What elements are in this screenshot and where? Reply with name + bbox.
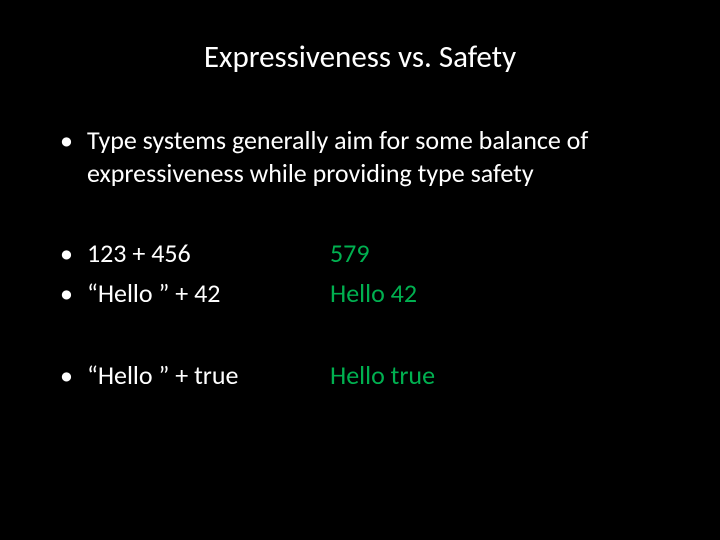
example-row: • 123 + 456 579: [60, 237, 680, 271]
example-expression: “Hello ” + 42: [87, 277, 220, 311]
slide: Expressiveness vs. Safety • Type systems…: [0, 0, 720, 540]
intro-text: Type systems generally aim for some bala…: [87, 124, 680, 189]
slide-content: • Type systems generally aim for some ba…: [40, 124, 680, 392]
example-result: Hello 42: [330, 277, 417, 311]
slide-title: Expressiveness vs. Safety: [40, 38, 680, 76]
bullet-icon: •: [60, 124, 73, 157]
bullet-icon: •: [60, 277, 73, 310]
intro-block: • Type systems generally aim for some ba…: [60, 124, 680, 189]
example-expression-col: • “Hello ” + 42: [60, 277, 330, 311]
example-result: 579: [330, 237, 370, 271]
bullet-icon: •: [60, 237, 73, 270]
example-row: • “Hello ” + 42 Hello 42: [60, 277, 680, 311]
intro-bullet-row: • Type systems generally aim for some ba…: [60, 124, 680, 189]
example-row: • “Hello ” + true Hello true: [60, 359, 680, 393]
bullet-icon: •: [60, 359, 73, 392]
example-expression: “Hello ” + true: [87, 359, 239, 393]
example-expression-col: • 123 + 456: [60, 237, 330, 271]
examples-group-2: • “Hello ” + true Hello true: [60, 359, 680, 393]
example-expression: 123 + 456: [87, 237, 191, 271]
examples-group-1: • 123 + 456 579 • “Hello ” + 42 Hello 42: [60, 237, 680, 311]
example-expression-col: • “Hello ” + true: [60, 359, 330, 393]
example-result: Hello true: [330, 359, 435, 393]
